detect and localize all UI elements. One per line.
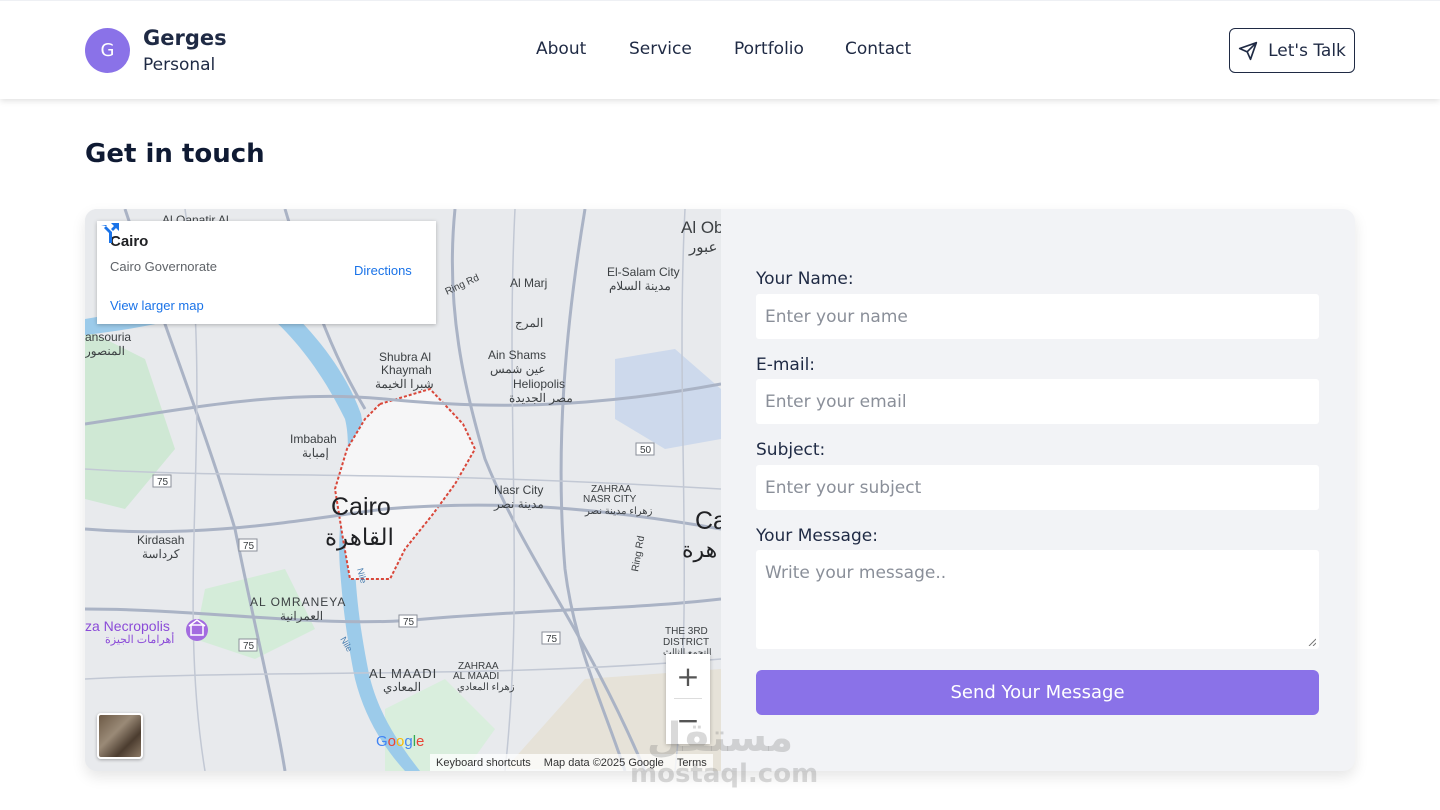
label-shubra2: Khaymah [381, 363, 432, 377]
nav-contact[interactable]: Contact [845, 39, 911, 59]
label-kirdasah-ar: كرداسة [142, 547, 180, 561]
label-shubra: Shubra Al [379, 350, 431, 364]
subject-field[interactable]: Enter your subject [756, 465, 1319, 510]
road-75-b: 75 [243, 541, 255, 552]
label-zahraa-nasr-ar: زهراء مدينة نصر [584, 506, 653, 517]
nav-service[interactable]: Service [629, 39, 692, 59]
label-imbabah: Imbabah [290, 432, 337, 446]
label-maadi-ar: المعادي [383, 680, 421, 694]
place-subtitle: Cairo Governorate [110, 259, 217, 274]
message-label: Your Message: [756, 526, 878, 546]
label-almarj-ar: المرج [515, 316, 543, 330]
lets-talk-label: Let's Talk [1268, 40, 1346, 61]
label-necropolis-ar: أهرامات الجيزة [105, 632, 174, 646]
map-data-text: Map data ©2025 Google [543, 756, 664, 769]
email-field[interactable]: Enter your email [756, 379, 1319, 424]
label-cairo-ar: القاهرة [325, 524, 394, 551]
label-third: THE 3RD [665, 626, 708, 637]
terms-link[interactable]: Terms [677, 757, 707, 769]
keyboard-shortcuts-link[interactable]: Keyboard shortcuts [436, 757, 531, 769]
directions-link[interactable]: Directions [354, 263, 412, 278]
label-ansouria-ar: المنصور [85, 344, 125, 358]
lets-talk-button[interactable]: Let's Talk [1229, 28, 1355, 73]
google-map[interactable]: Al Qanatir Al Al Ob عبور El-Salam City م… [85, 209, 721, 771]
directions-icon[interactable] [97, 221, 121, 245]
label-zahraa-nasr2: NASR CITY [583, 494, 637, 505]
label-heliopolis: Heliopolis [513, 377, 565, 391]
site-header: G Gerges Personal About Service Portfoli… [0, 0, 1440, 99]
road-75-a: 75 [157, 477, 169, 488]
label-zahraa-maadi-ar: زهراء المعادي [457, 682, 515, 693]
page-title: Get in touch [85, 139, 265, 169]
message-placeholder: Write your message.. [765, 563, 947, 583]
label-necropolis: za Necropolis [85, 618, 170, 634]
send-message-label: Send Your Message [950, 682, 1125, 703]
brand-subtitle: Personal [143, 55, 216, 75]
zoom-controls: + − [666, 654, 710, 744]
google-logo: Google [376, 733, 425, 750]
label-alob-ar: عبور [688, 239, 717, 256]
name-placeholder: Enter your name [765, 306, 908, 327]
label-ca-ar: هرة [682, 537, 717, 563]
label-ansouria: ansouria [85, 330, 131, 344]
subject-placeholder: Enter your subject [765, 477, 922, 498]
label-nasr-ar: مدينة نصر [493, 497, 544, 511]
logo-letter: G [100, 40, 115, 61]
label-alob: Al Ob [681, 218, 721, 237]
label-ain-shams: Ain Shams [488, 348, 546, 362]
zoom-in-button[interactable]: + [666, 654, 710, 698]
send-message-button[interactable]: Send Your Message [756, 670, 1319, 715]
label-omraneya: AL OMRANEYA [250, 595, 346, 609]
name-label: Your Name: [756, 269, 854, 289]
road-50: 50 [640, 445, 652, 456]
label-elsalam: El-Salam City [607, 265, 680, 279]
label-elsalam-ar: مدينة السلام [609, 279, 671, 293]
message-field[interactable]: Write your message.. [756, 550, 1319, 649]
label-cairo-en: Cairo [331, 493, 391, 521]
label-ain-shams-ar: عين شمس [490, 362, 546, 376]
name-field[interactable]: Enter your name [756, 294, 1319, 339]
resize-handle-icon[interactable] [1308, 638, 1316, 646]
brand-name[interactable]: Gerges [143, 26, 227, 50]
label-heliopolis-ar: مصر الجديدة [509, 391, 573, 405]
email-label: E-mail: [756, 355, 816, 375]
label-zahraa-maadi2: AL MAADI [453, 671, 499, 682]
label-kirdasah: Kirdasah [137, 533, 184, 547]
nav-about[interactable]: About [536, 39, 586, 59]
road-75-e: 75 [546, 634, 558, 645]
contact-card: Al Qanatir Al Al Ob عبور El-Salam City م… [85, 209, 1355, 771]
label-shubra-ar: شبرا الخيمة [375, 377, 434, 391]
send-icon [1238, 41, 1258, 60]
view-larger-map-link[interactable]: View larger map [110, 298, 204, 313]
label-omraneya-ar: العمرانية [280, 609, 323, 623]
email-placeholder: Enter your email [765, 391, 907, 412]
label-maadi: AL MAADI [369, 666, 437, 681]
subject-label: Subject: [756, 440, 826, 460]
nav-portfolio[interactable]: Portfolio [734, 39, 804, 59]
label-imbabah-ar: إمبابة [302, 446, 329, 461]
road-75-c: 75 [243, 641, 255, 652]
museum-icon [186, 619, 208, 641]
satellite-toggle[interactable] [97, 713, 143, 759]
label-nasr: Nasr City [494, 483, 543, 497]
map-attribution: Keyboard shortcuts Map data ©2025 Google… [430, 754, 713, 771]
logo-avatar[interactable]: G [85, 28, 130, 73]
place-info-card: Cairo Cairo Governorate View larger map … [97, 221, 436, 324]
label-almarj: Al Marj [510, 276, 547, 290]
label-ca: Ca [695, 507, 721, 535]
zoom-out-button[interactable]: − [666, 698, 710, 742]
road-75-d: 75 [403, 617, 415, 628]
